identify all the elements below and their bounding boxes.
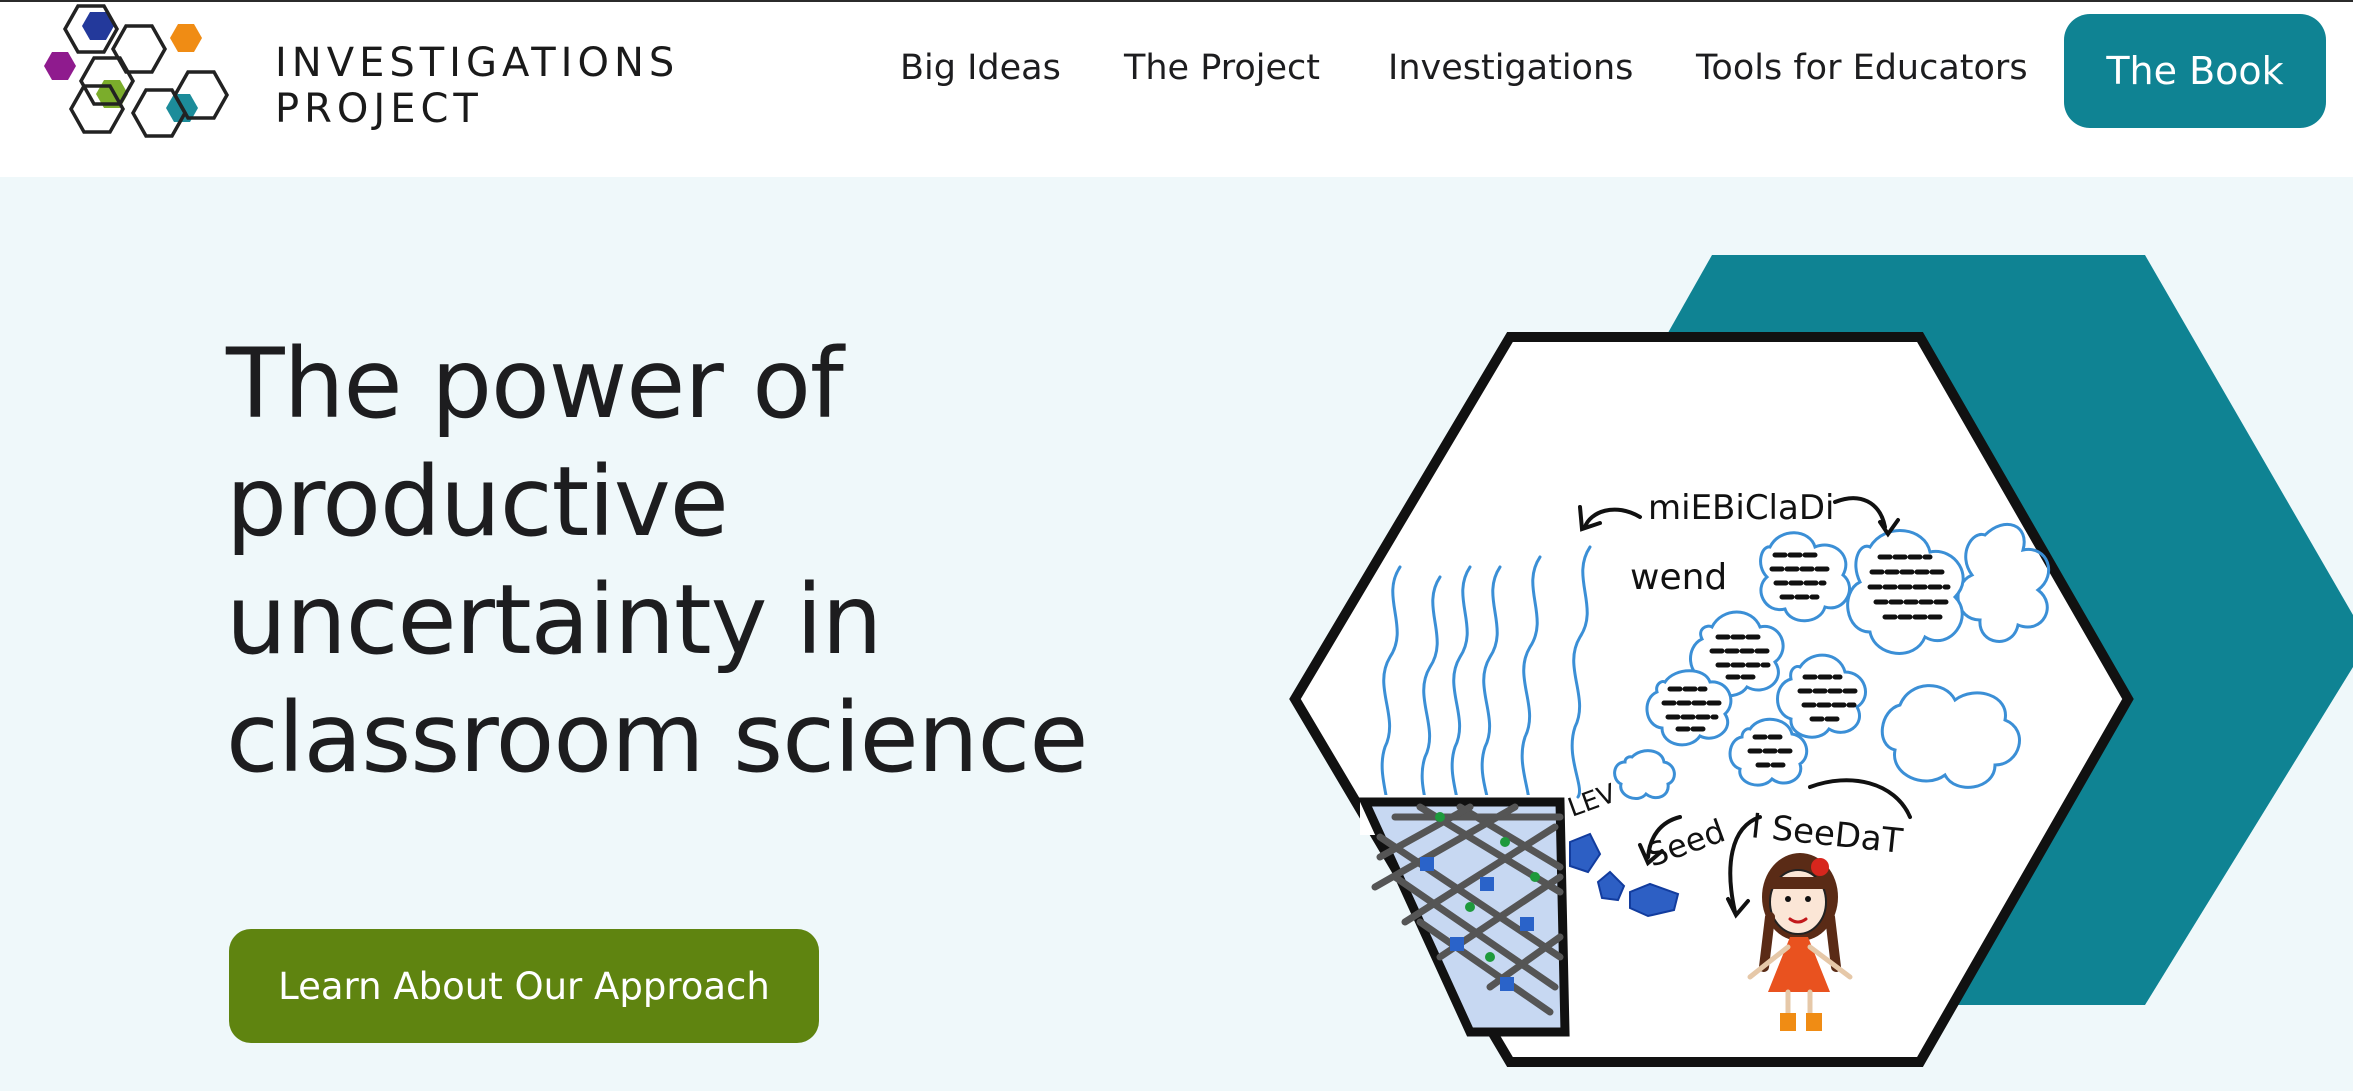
- site-header: INVESTIGATIONS PROJECT Big Ideas The Pro…: [0, 2, 2353, 177]
- hero-section: miEBiClaDi wend LEV Seed I SeeDaT The po…: [0, 177, 2353, 1091]
- drawing-net: [1357, 795, 1570, 1037]
- nav-tools-for-educators[interactable]: Tools for Educators: [1696, 48, 2028, 88]
- headline-line-4: classroom science: [226, 682, 1088, 794]
- hero-headline: The power of productive uncertainty in c…: [226, 325, 1186, 797]
- headline-line-3: uncertainty in: [226, 564, 882, 676]
- headline-line-1: The power of: [226, 328, 844, 440]
- nav-the-project[interactable]: The Project: [1124, 48, 1320, 88]
- learn-approach-button[interactable]: Learn About Our Approach: [229, 929, 819, 1043]
- nav-big-ideas[interactable]: Big Ideas: [900, 48, 1061, 88]
- drawing-label-wind: wend: [1630, 557, 1727, 598]
- drawing-label-top: miEBiClaDi: [1648, 488, 1834, 528]
- nav-investigations[interactable]: Investigations: [1388, 48, 1633, 88]
- headline-line-2: productive: [226, 446, 729, 558]
- main-nav: Big Ideas The Project Investigations Too…: [0, 2, 2353, 177]
- the-book-button[interactable]: The Book: [2064, 14, 2326, 128]
